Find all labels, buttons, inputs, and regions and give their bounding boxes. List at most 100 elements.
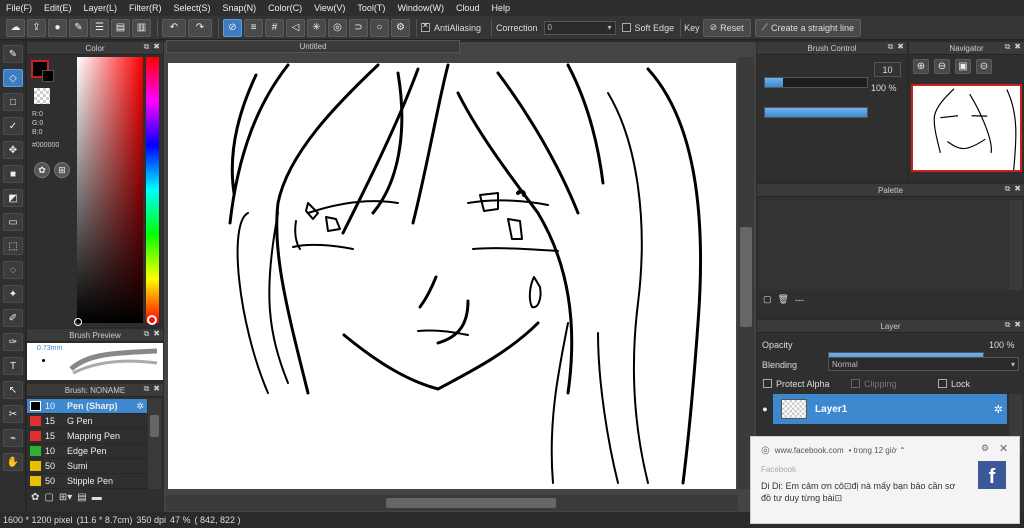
select-eraser-icon[interactable]: ✑ — [3, 333, 23, 351]
bucket-tool-icon[interactable]: ◩ — [3, 189, 23, 207]
scrollbar-thumb[interactable] — [150, 415, 159, 437]
brush-item[interactable]: 50 Sumi — [27, 459, 147, 474]
correction-dropdown[interactable]: 0 ▾ — [543, 20, 616, 35]
canvas-vertical-scrollbar[interactable] — [738, 57, 754, 489]
brush-item[interactable]: 50 Stipple Pen — [27, 474, 147, 489]
check-tool-icon[interactable]: ✓ — [3, 117, 23, 135]
grid-snap-icon[interactable]: # — [265, 18, 284, 37]
redo-icon[interactable]: ↷ — [188, 18, 212, 37]
parallel-snap-icon[interactable]: ≡ — [244, 18, 263, 37]
popout-icon[interactable]: ⧉ — [888, 42, 894, 52]
close-icon[interactable]: ✖ — [153, 329, 160, 339]
cloud-icon[interactable]: ☁ — [6, 18, 25, 37]
document-tab[interactable]: Untitled — [166, 40, 460, 53]
close-icon[interactable]: ✖ — [153, 42, 160, 52]
close-icon[interactable]: ✖ — [153, 384, 160, 394]
browser-notification[interactable]: ◎ www.facebook.com • trong 12 giờ ⌃ ⚙ ✕ … — [750, 436, 1020, 524]
eye-icon[interactable]: ● — [757, 394, 773, 424]
menu-layer[interactable]: Layer(L) — [78, 0, 124, 16]
layer-settings-icon[interactable]: ✲ — [994, 403, 1003, 416]
hue-slider-handle[interactable] — [147, 315, 157, 325]
list-icon[interactable]: ☰ — [90, 18, 109, 37]
hand-tool-icon[interactable]: ✋ — [3, 453, 23, 471]
menu-cloud[interactable]: Cloud — [450, 0, 486, 16]
zoom-out-icon[interactable]: ⊖ — [934, 59, 950, 74]
magic-wand-icon[interactable]: ✦ — [3, 285, 23, 303]
popout-icon[interactable]: ⧉ — [1005, 184, 1011, 194]
brush-list-scrollbar[interactable] — [148, 399, 161, 489]
perspective-snap-icon[interactable]: ◁ — [286, 18, 305, 37]
background-color-swatch[interactable] — [42, 70, 54, 82]
brush-size-input[interactable]: 10 — [874, 62, 901, 77]
brush-settings-icon[interactable]: ✿ — [31, 492, 39, 503]
fit-icon[interactable]: ▣ — [955, 59, 971, 74]
menu-view[interactable]: View(V) — [308, 0, 351, 16]
gear-icon[interactable]: ✲ — [136, 401, 144, 412]
lock-checkbox[interactable]: Lock — [938, 378, 970, 389]
color-set-icon[interactable]: ⊞ — [54, 162, 70, 178]
color-picker-handle[interactable] — [74, 318, 82, 326]
menu-file[interactable]: File(F) — [0, 0, 38, 16]
scrollbar-thumb[interactable] — [386, 498, 556, 508]
canvas-horizontal-scrollbar[interactable] — [166, 495, 738, 511]
new-palette-icon[interactable]: ▢ — [763, 294, 772, 305]
brush-item[interactable]: 10 Pen (Sharp) ✲ — [27, 399, 147, 414]
text-tool-icon[interactable]: T — [3, 357, 23, 375]
menu-tool[interactable]: Tool(T) — [351, 0, 391, 16]
move-tool-icon[interactable]: ✥ — [3, 141, 23, 159]
close-icon[interactable]: ✖ — [897, 42, 904, 52]
antialiasing-checkbox[interactable]: AntiAliasing — [421, 21, 481, 33]
hue-slider[interactable] — [146, 57, 159, 323]
palette-scrollbar[interactable] — [1009, 200, 1022, 290]
brush-item[interactable]: 15 Mapping Pen — [27, 429, 147, 444]
blending-dropdown[interactable]: Normal ▾ — [828, 357, 1019, 371]
menu-edit[interactable]: Edit(E) — [38, 0, 78, 16]
panel-icon[interactable]: ▥ — [132, 18, 151, 37]
drawing-canvas[interactable] — [168, 63, 736, 489]
reset-button[interactable]: ⊘ Reset — [702, 18, 751, 37]
popout-icon[interactable]: ⧉ — [144, 329, 150, 339]
popout-icon[interactable]: ⧉ — [1005, 42, 1011, 52]
layer-row[interactable]: ● Layer1 ✲ — [757, 394, 1007, 424]
eraser-tool-icon[interactable]: ◇ — [3, 69, 23, 87]
zoom-in-icon[interactable]: ⊕ — [913, 59, 929, 74]
navigator-thumbnail[interactable] — [911, 84, 1022, 172]
fill-rect-tool-icon[interactable]: ■ — [3, 165, 23, 183]
menu-select[interactable]: Select(S) — [168, 0, 217, 16]
comment-icon[interactable]: ● — [48, 18, 67, 37]
trash-icon[interactable]: 🗑 — [778, 294, 789, 305]
popout-icon[interactable]: ⧉ — [1005, 320, 1011, 330]
gear-icon[interactable]: ⚙ — [981, 443, 989, 454]
popout-icon[interactable]: ⧉ — [144, 42, 150, 52]
transparent-swatch[interactable] — [34, 88, 50, 104]
gradient-tool-icon[interactable]: ▭ — [3, 213, 23, 231]
chat-icon[interactable]: ✎ — [69, 18, 88, 37]
operation-tool-icon[interactable]: ↖ — [3, 381, 23, 399]
snap-off-icon[interactable]: ⊘ — [223, 18, 242, 37]
menu-filter[interactable]: Filter(R) — [123, 0, 168, 16]
undo-icon[interactable]: ↶ — [162, 18, 186, 37]
menu-window[interactable]: Window(W) — [391, 0, 450, 16]
select-pen-icon[interactable]: ✐ — [3, 309, 23, 327]
menu-help[interactable]: Help — [485, 0, 516, 16]
brush-item[interactable]: 15 G Pen — [27, 414, 147, 429]
eyedropper-icon[interactable]: ⌁ — [3, 429, 23, 447]
close-icon[interactable]: ✕ — [999, 442, 1008, 455]
divide-tool-icon[interactable]: ✂ — [3, 405, 23, 423]
menu-color[interactable]: Color(C) — [262, 0, 308, 16]
close-icon[interactable]: ✖ — [1014, 42, 1021, 52]
clipping-checkbox[interactable]: Clipping — [851, 378, 897, 389]
add-brush-icon[interactable]: ⊞▾ — [59, 492, 72, 503]
curve-snap-icon[interactable]: ⊃ — [349, 18, 368, 37]
close-icon[interactable]: ✖ — [1014, 184, 1021, 194]
brush-opacity-slider[interactable] — [764, 107, 868, 118]
close-icon[interactable]: ✖ — [1014, 320, 1021, 330]
straight-line-button[interactable]: ⟋ Create a straight line — [754, 18, 862, 37]
brush-size-slider[interactable] — [764, 77, 868, 88]
rectangle-tool-icon[interactable]: □ — [3, 93, 23, 111]
brush-tool-icon[interactable]: ✎ — [3, 45, 23, 63]
scrollbar-thumb[interactable] — [740, 227, 752, 327]
lasso-tool-icon[interactable]: ◌ — [3, 261, 23, 279]
menu-snap[interactable]: Snap(N) — [217, 0, 263, 16]
brush-item[interactable]: 10 Edge Pen — [27, 444, 147, 459]
